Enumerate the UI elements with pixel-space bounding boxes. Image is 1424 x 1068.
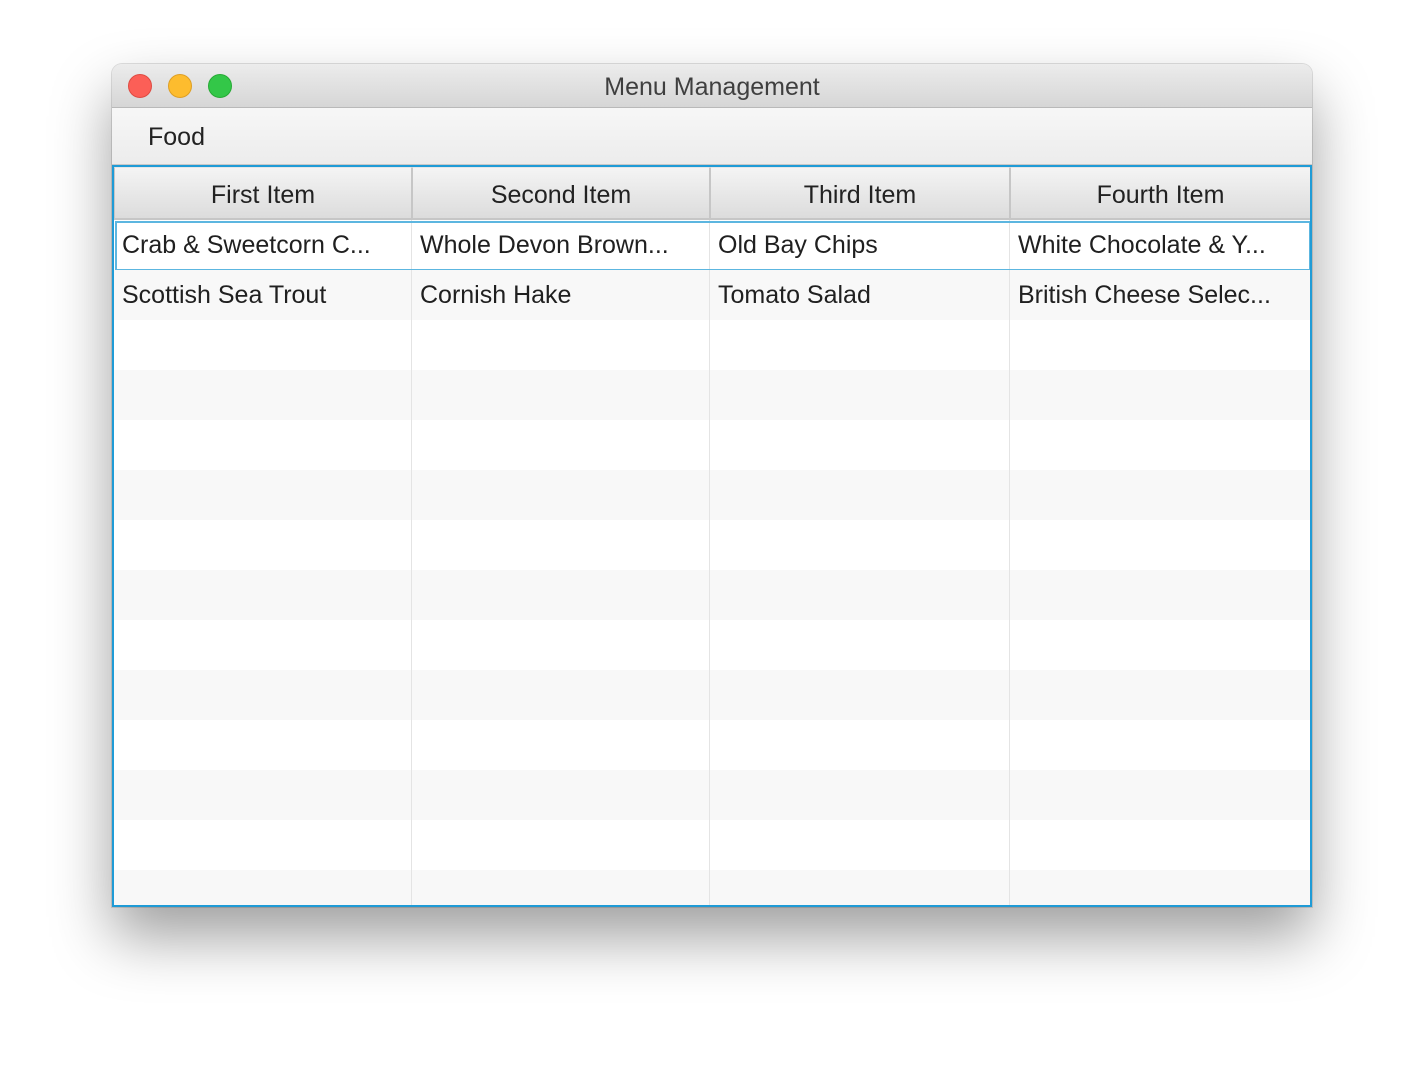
table-cell[interactable]: Tomato Salad [710,270,1010,320]
table-cell[interactable] [1010,870,1310,905]
table-cell[interactable] [114,570,412,620]
menu-bar: Food [112,108,1312,165]
table-row[interactable] [114,370,1310,420]
table-cell[interactable] [1010,720,1310,770]
table-cell[interactable] [1010,470,1310,520]
table-cell[interactable] [114,520,412,570]
table-row[interactable]: Scottish Sea Trout Cornish Hake Tomato Sal… [114,270,1310,320]
table-cell[interactable] [1010,570,1310,620]
table-cell[interactable] [114,620,412,670]
table-cell[interactable] [114,720,412,770]
table-cell[interactable] [710,870,1010,905]
table-cell[interactable] [1010,820,1310,870]
column-header-second-item[interactable]: Second Item [412,167,710,219]
table-cell[interactable] [710,820,1010,870]
table-cell[interactable] [412,820,710,870]
table-cell[interactable] [114,370,412,420]
zoom-window-button[interactable] [208,74,232,98]
column-header-third-item[interactable]: Third Item [710,167,1010,219]
table-row[interactable] [114,520,1310,570]
table-cell[interactable] [710,720,1010,770]
table-row[interactable]: Crab & Sweetcorn C... Whole Devon Brown..… [114,220,1310,271]
table-cell[interactable] [710,370,1010,420]
menu-table[interactable]: First Item Second Item Third Item Fourth… [112,165,1312,907]
table-cell[interactable]: Scottish Sea Trout [114,270,412,320]
close-window-button[interactable] [128,74,152,98]
table-cell[interactable] [1010,320,1310,370]
table-header: First Item Second Item Third Item Fourth… [114,167,1310,220]
menu-food[interactable]: Food [134,108,219,164]
table-cell[interactable]: Crab & Sweetcorn C... [114,220,412,270]
table-cell[interactable]: Cornish Hake [412,270,710,320]
table-cell[interactable] [710,520,1010,570]
table-cell[interactable] [710,670,1010,720]
table-cell[interactable] [1010,620,1310,670]
table-cell[interactable] [710,620,1010,670]
table-cell[interactable] [114,470,412,520]
table-row[interactable] [114,320,1310,370]
table-cell[interactable] [1010,370,1310,420]
table-row[interactable] [114,470,1310,520]
table-row[interactable] [114,670,1310,720]
table-body: Crab & Sweetcorn C... Whole Devon Brown..… [114,220,1310,905]
table-cell[interactable] [412,770,710,820]
table-cell[interactable] [710,420,1010,470]
table-cell[interactable]: Whole Devon Brown... [412,220,710,270]
table-row[interactable] [114,720,1310,770]
table-cell[interactable] [412,320,710,370]
table-cell[interactable]: White Chocolate & Y... [1010,220,1310,270]
table-cell[interactable] [412,620,710,670]
table-cell[interactable] [412,520,710,570]
table-row[interactable] [114,570,1310,620]
table-cell[interactable] [1010,770,1310,820]
table-row[interactable] [114,620,1310,670]
table-cell[interactable] [114,770,412,820]
app-window: Menu Management Food First Item Second I… [112,64,1312,907]
table-cell[interactable] [710,570,1010,620]
minimize-window-button[interactable] [168,74,192,98]
window-title: Menu Management [604,73,820,101]
table-cell[interactable] [412,420,710,470]
table-cell[interactable] [1010,520,1310,570]
table-row[interactable] [114,770,1310,820]
table-cell[interactable] [114,670,412,720]
column-header-fourth-item[interactable]: Fourth Item [1010,167,1310,219]
title-bar[interactable]: Menu Management [112,64,1312,108]
table-cell[interactable]: British Cheese Selec... [1010,270,1310,320]
table-cell[interactable] [412,670,710,720]
table-cell[interactable] [114,320,412,370]
table-cell[interactable] [114,420,412,470]
table-cell[interactable] [710,320,1010,370]
table-cell[interactable] [710,470,1010,520]
table-row[interactable] [114,820,1310,870]
table-cell[interactable] [710,770,1010,820]
table-cell[interactable] [412,470,710,520]
table-cell[interactable] [412,720,710,770]
table-cell[interactable] [1010,420,1310,470]
table-cell[interactable] [412,870,710,905]
table-cell[interactable] [1010,670,1310,720]
table-cell[interactable] [114,820,412,870]
table-cell[interactable] [412,370,710,420]
column-header-first-item[interactable]: First Item [114,167,412,219]
table-cell[interactable] [114,870,412,905]
table-cell[interactable]: Old Bay Chips [710,220,1010,270]
table-row[interactable] [114,420,1310,470]
table-cell[interactable] [412,570,710,620]
table-row[interactable] [114,870,1310,905]
